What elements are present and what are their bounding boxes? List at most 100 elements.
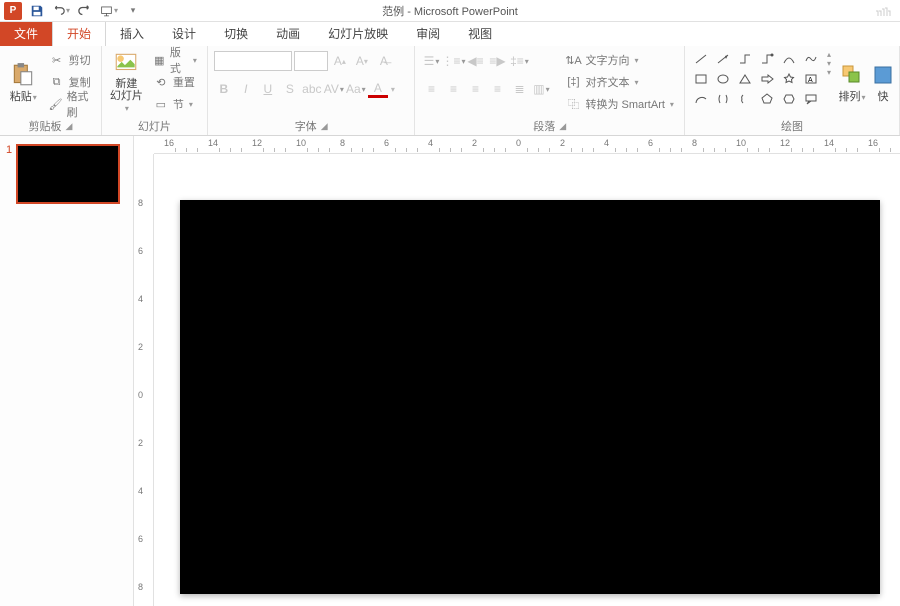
group-drawing: A ▴ ▾ ▾ 排列▾ 快 绘图 — [685, 46, 900, 135]
save-button[interactable] — [28, 2, 46, 20]
font-dialog-launcher[interactable]: ◢ — [321, 121, 328, 132]
reset-button[interactable]: ⟲重置 — [149, 72, 201, 92]
bold-button[interactable]: B — [214, 79, 234, 99]
shape-brace-icon[interactable] — [735, 90, 755, 108]
tab-slideshow[interactable]: 幻灯片放映 — [314, 21, 402, 46]
line-spacing-button[interactable]: ‡≡▾ — [509, 51, 529, 71]
text-direction-button[interactable]: ⇅A文字方向▾ — [561, 50, 677, 70]
window-help-icon[interactable] — [874, 4, 894, 18]
tab-view[interactable]: 视图 — [454, 21, 506, 46]
arrange-button[interactable]: 排列▾ — [835, 50, 869, 114]
canvas-area[interactable] — [154, 154, 900, 606]
shape-elbow-icon[interactable] — [735, 50, 755, 68]
qat-customize-button[interactable]: ▾ — [124, 2, 142, 20]
convert-smartart-button[interactable]: ⿻转换为 SmartArt▾ — [561, 94, 677, 114]
slideshow-qat-button[interactable]: ▾ — [100, 2, 118, 20]
columns-button[interactable]: ▥▾ — [531, 79, 551, 99]
paste-icon — [9, 61, 37, 89]
new-slide-label: 新建 幻灯片 — [110, 78, 143, 102]
increase-indent-button[interactable]: ≡▶ — [487, 51, 507, 71]
align-right-button[interactable]: ≡ — [465, 79, 485, 99]
slides-panel[interactable]: 1 — [0, 136, 134, 606]
italic-button[interactable]: I — [236, 79, 256, 99]
clipboard-dialog-launcher[interactable]: ◢ — [65, 121, 72, 132]
vertical-ruler[interactable]: 864202468 — [134, 154, 154, 606]
redo-button[interactable] — [76, 2, 94, 20]
shape-freeform-icon[interactable] — [801, 50, 821, 68]
text-direction-icon: ⇅A — [565, 52, 581, 68]
new-slide-icon — [112, 50, 140, 76]
shape-star-icon[interactable] — [779, 70, 799, 88]
shape-callout-icon[interactable] — [801, 90, 821, 108]
font-name-input[interactable] — [214, 51, 292, 71]
shape-rarrow-icon[interactable] — [757, 70, 777, 88]
paste-button[interactable]: 粘贴▾ — [6, 50, 41, 114]
layout-button[interactable]: ▦版式▾ — [149, 50, 201, 70]
paragraph-dialog-launcher[interactable]: ◢ — [559, 121, 566, 132]
strike-button[interactable]: S — [280, 79, 300, 99]
editor-area: 1614121086420246810121416 864202468 — [134, 136, 900, 606]
arrange-icon — [838, 61, 866, 89]
gallery-down-button[interactable]: ▾ — [827, 59, 831, 68]
distribute-button[interactable]: ≣ — [509, 79, 529, 99]
tab-design[interactable]: 设计 — [158, 21, 210, 46]
new-slide-button[interactable]: 新建 幻灯片▾ — [108, 50, 145, 114]
align-left-button[interactable]: ≡ — [421, 79, 441, 99]
align-center-button[interactable]: ≡ — [443, 79, 463, 99]
shape-line-icon[interactable] — [691, 50, 711, 68]
shadow-button[interactable]: abc — [302, 79, 322, 99]
ribbon: 粘贴▾ ✂剪切 ⧉复制 🖌格式刷 剪贴板◢ 新建 幻灯片▾ ▦版式▾ ⟲重置 ▭… — [0, 46, 900, 136]
section-button[interactable]: ▭节▾ — [149, 94, 201, 114]
cut-button[interactable]: ✂剪切 — [45, 50, 95, 70]
tab-file[interactable]: 文件 — [0, 21, 52, 46]
shape-rect-icon[interactable] — [691, 70, 711, 88]
clear-format-button[interactable]: A̶ — [374, 51, 394, 71]
bullets-button[interactable]: ☰▾ — [421, 51, 441, 71]
shape-textbox-icon[interactable]: A — [801, 70, 821, 88]
group-paragraph: ☰▾ ⋮≡▾ ◀≡ ≡▶ ‡≡▾ ≡ ≡ ≡ ≡ ≣ ▥▾ ⇅A文字方向▾ [‡… — [415, 46, 685, 135]
quick-access-toolbar: P ▾ ▾ ▾ — [0, 2, 142, 20]
font-color-button[interactable]: A — [368, 81, 388, 98]
shape-oval-icon[interactable] — [713, 70, 733, 88]
section-icon: ▭ — [153, 96, 169, 112]
shape-arrow-icon[interactable] — [713, 50, 733, 68]
underline-button[interactable]: U — [258, 79, 278, 99]
align-text-button[interactable]: [‡]对齐文本▾ — [561, 72, 677, 92]
gallery-more-button[interactable]: ▾ — [827, 68, 831, 77]
tab-review[interactable]: 审阅 — [402, 21, 454, 46]
title-bar: P ▾ ▾ ▾ 范例 - Microsoft PowerPoint — [0, 0, 900, 22]
slide-thumb-1[interactable]: 1 — [6, 144, 127, 204]
decrease-indent-button[interactable]: ◀≡ — [465, 51, 485, 71]
tab-insert[interactable]: 插入 — [106, 21, 158, 46]
shape-curve-icon[interactable] — [779, 50, 799, 68]
shape-bracket-icon[interactable] — [713, 90, 733, 108]
ribbon-tabs: 文件 开始 插入 设计 切换 动画 幻灯片放映 审阅 视图 — [0, 22, 900, 46]
group-drawing-label: 绘图 — [781, 118, 803, 134]
group-font-label: 字体 — [295, 118, 317, 134]
spacing-button[interactable]: AV▾ — [324, 79, 344, 99]
group-clipboard-label: 剪贴板 — [28, 118, 61, 134]
quick-styles-button[interactable]: 快 — [873, 50, 893, 114]
format-painter-button[interactable]: 🖌格式刷 — [45, 94, 95, 114]
tab-home[interactable]: 开始 — [52, 20, 106, 46]
shape-connector-icon[interactable] — [757, 50, 777, 68]
undo-button[interactable]: ▾ — [52, 2, 70, 20]
shape-arc-icon[interactable] — [691, 90, 711, 108]
gallery-up-button[interactable]: ▴ — [827, 50, 831, 59]
justify-button[interactable]: ≡ — [487, 79, 507, 99]
change-case-button[interactable]: Aa▾ — [346, 79, 366, 99]
tab-animations[interactable]: 动画 — [262, 21, 314, 46]
shape-pentagon-icon[interactable] — [757, 90, 777, 108]
brush-icon: 🖌 — [49, 96, 63, 112]
font-size-input[interactable] — [294, 51, 328, 71]
slide-canvas[interactable] — [180, 200, 880, 594]
slide-thumbnail[interactable] — [16, 144, 120, 204]
shape-hexagon-icon[interactable] — [779, 90, 799, 108]
numbering-button[interactable]: ⋮≡▾ — [443, 51, 463, 71]
shape-triangle-icon[interactable] — [735, 70, 755, 88]
horizontal-ruler[interactable]: 1614121086420246810121416 — [154, 136, 900, 154]
grow-font-button[interactable]: A▴ — [330, 51, 350, 71]
shapes-gallery[interactable]: A — [691, 50, 821, 108]
tab-transitions[interactable]: 切换 — [210, 21, 262, 46]
shrink-font-button[interactable]: A▾ — [352, 51, 372, 71]
